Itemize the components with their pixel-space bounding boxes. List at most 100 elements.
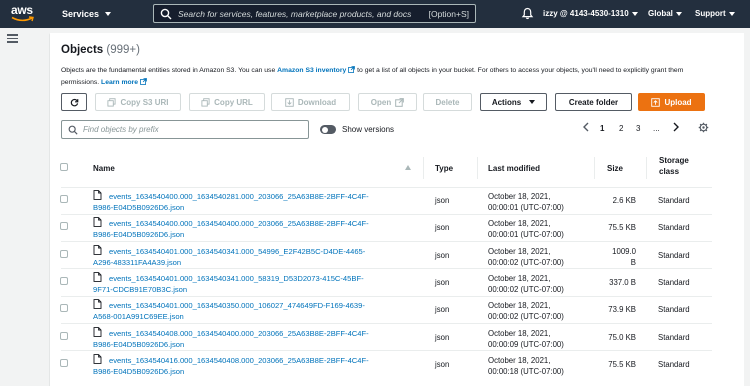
- chevron-left-icon[interactable]: [582, 122, 590, 132]
- object-type: json: [435, 305, 450, 315]
- object-size: 73.9 KB: [590, 305, 636, 314]
- open-button[interactable]: Open: [358, 93, 417, 111]
- last-modified: October 18, 2021, 00:00:01 (UTC-07:00): [488, 191, 564, 213]
- refresh-button[interactable]: [61, 93, 87, 111]
- bell-icon[interactable]: [521, 7, 534, 20]
- object-name-link[interactable]: events_1634540401.000_1634540341.000_583…: [93, 273, 433, 295]
- sort-ascending-icon[interactable]: [405, 165, 411, 170]
- row-checkbox[interactable]: [60, 358, 68, 367]
- row-divider: [61, 241, 712, 243]
- modified-date: October 18, 2021,: [488, 219, 551, 229]
- object-name-link[interactable]: events_1634540401.000_1634540341.000_549…: [93, 246, 433, 268]
- row-checkbox[interactable]: [60, 249, 68, 258]
- object-name-link[interactable]: events_1634540400.000_1634540281.000_203…: [93, 191, 433, 213]
- settings-gear-icon[interactable]: [698, 122, 709, 133]
- modified-time: 00:00:02 (UTC-07:00): [488, 257, 564, 267]
- row-checkbox[interactable]: [60, 222, 68, 231]
- row-checkbox[interactable]: [60, 331, 68, 340]
- region-menu[interactable]: Global: [648, 9, 682, 18]
- table-row[interactable]: events_1634540400.000_1634540281.000_203…: [50, 187, 750, 214]
- column-header-type[interactable]: Type: [435, 163, 453, 174]
- table-row[interactable]: events_1634540401.000_1634540341.000_549…: [50, 242, 750, 269]
- table-row[interactable]: events_1634540401.000_1634540350.000_106…: [50, 296, 750, 323]
- inventory-link[interactable]: Amazon S3 inventory: [277, 67, 346, 74]
- row-checkbox[interactable]: [60, 276, 68, 285]
- column-header-storage-class[interactable]: Storage: [659, 155, 689, 166]
- page-1[interactable]: 1: [600, 124, 604, 133]
- download-label: Download: [297, 97, 337, 107]
- size-line1: 337.0 B: [609, 277, 636, 287]
- column-divider: [646, 157, 647, 179]
- upload-button[interactable]: Upload: [638, 93, 705, 111]
- column-header-size[interactable]: Size: [607, 163, 623, 174]
- modified-date: October 18, 2021,: [488, 192, 551, 201]
- object-name-line2: B986-E04D5B0926D6.json: [93, 203, 185, 212]
- size-line1: 75.0 KB: [608, 332, 636, 342]
- object-size: 337.0 B: [590, 278, 636, 287]
- object-type: json: [435, 277, 450, 287]
- modified-date: October 18, 2021,: [488, 328, 551, 338]
- object-type: json: [435, 359, 450, 369]
- modified-date: October 18, 2021,: [488, 301, 551, 311]
- copy-s3-uri-label: Copy S3 URI: [120, 97, 169, 107]
- table-row[interactable]: events_1634540400.000_1634540400.000_203…: [50, 214, 750, 241]
- aws-logo[interactable]: aws: [10, 3, 42, 25]
- chevron-right-icon[interactable]: [672, 122, 680, 132]
- delete-button[interactable]: Delete: [423, 93, 472, 111]
- create-folder-button[interactable]: Create folder: [555, 93, 632, 111]
- storage-class: Standard: [658, 359, 690, 369]
- object-name-line2: B986-E04D5B0926D6.json: [93, 366, 185, 376]
- objects-panel: Objects (999+) Objects are the fundament…: [50, 33, 750, 386]
- services-label: Services: [62, 9, 100, 19]
- object-size: 1009.0 B: [590, 246, 636, 268]
- object-name-link[interactable]: events_1634540416.000_1634540408.000_203…: [93, 355, 433, 377]
- page-scrollbar[interactable]: [744, 28, 750, 386]
- account-menu[interactable]: izzy @ 4143-4530-1310: [543, 9, 638, 18]
- size-line1: 73.9 KB: [608, 305, 636, 315]
- support-menu[interactable]: Support: [695, 9, 735, 18]
- last-modified: October 18, 2021, 00:00:02 (UTC-07:00): [488, 300, 564, 322]
- download-button[interactable]: Download: [271, 93, 350, 111]
- page-3[interactable]: 3: [636, 124, 640, 133]
- menu-icon[interactable]: [7, 34, 18, 43]
- modified-date: October 18, 2021,: [488, 273, 551, 283]
- table-row[interactable]: events_1634540408.000_1634540400.000_203…: [50, 324, 750, 351]
- column-header-name[interactable]: Name: [93, 163, 115, 174]
- row-checkbox[interactable]: [60, 304, 68, 313]
- external-link-icon: [140, 77, 147, 85]
- object-name-line1: events_1634540401.000_1634540341.000_583…: [109, 273, 364, 283]
- find-objects-input[interactable]: Find objects by prefix: [61, 120, 309, 139]
- delete-label: Delete: [435, 97, 460, 107]
- object-name-line1: events_1634540400.000_1634540281.000_203…: [109, 192, 369, 201]
- column-divider: [423, 157, 424, 179]
- table-row[interactable]: events_1634540416.000_1634540408.000_203…: [50, 351, 750, 378]
- object-type: json: [435, 196, 450, 205]
- global-search[interactable]: Search for services, features, marketpla…: [153, 4, 476, 23]
- object-name-link[interactable]: events_1634540401.000_1634540350.000_106…: [93, 300, 433, 322]
- copy-url-button[interactable]: Copy URL: [189, 93, 265, 111]
- caret-down-icon: [631, 11, 638, 16]
- select-all-checkbox[interactable]: [60, 163, 68, 171]
- object-size: 2.6 KB: [590, 196, 636, 205]
- show-versions-toggle[interactable]: [320, 125, 336, 134]
- object-name-line2: A296-483311FA4A39.json: [93, 257, 182, 267]
- object-name-link[interactable]: events_1634540400.000_1634540400.000_203…: [93, 218, 433, 240]
- copy-url-label: Copy URL: [214, 97, 253, 107]
- size-line1: 75.5 KB: [608, 359, 636, 369]
- download-icon: [285, 97, 294, 107]
- object-name-link[interactable]: events_1634540408.000_1634540400.000_203…: [93, 328, 433, 350]
- table-row[interactable]: events_1634540401.000_1634540341.000_583…: [50, 269, 750, 296]
- object-name-line1: events_1634540408.000_1634540400.000_203…: [109, 328, 369, 338]
- object-size: 75.5 KB: [590, 223, 636, 232]
- actions-button[interactable]: Actions: [480, 93, 547, 111]
- services-menu[interactable]: Services: [62, 9, 112, 19]
- column-header-last-modified[interactable]: Last modified: [488, 163, 540, 174]
- page-2[interactable]: 2: [619, 124, 623, 133]
- learn-more-link[interactable]: Learn more: [101, 79, 138, 86]
- object-size: 75.5 KB: [590, 360, 636, 369]
- row-checkbox[interactable]: [60, 195, 68, 203]
- size-line2: B: [630, 257, 636, 267]
- last-modified: October 18, 2021, 00:00:09 (UTC-07:00): [488, 328, 564, 350]
- copy-s3-uri-button[interactable]: Copy S3 URI: [95, 93, 181, 111]
- modified-time: 00:00:02 (UTC-07:00): [488, 284, 564, 294]
